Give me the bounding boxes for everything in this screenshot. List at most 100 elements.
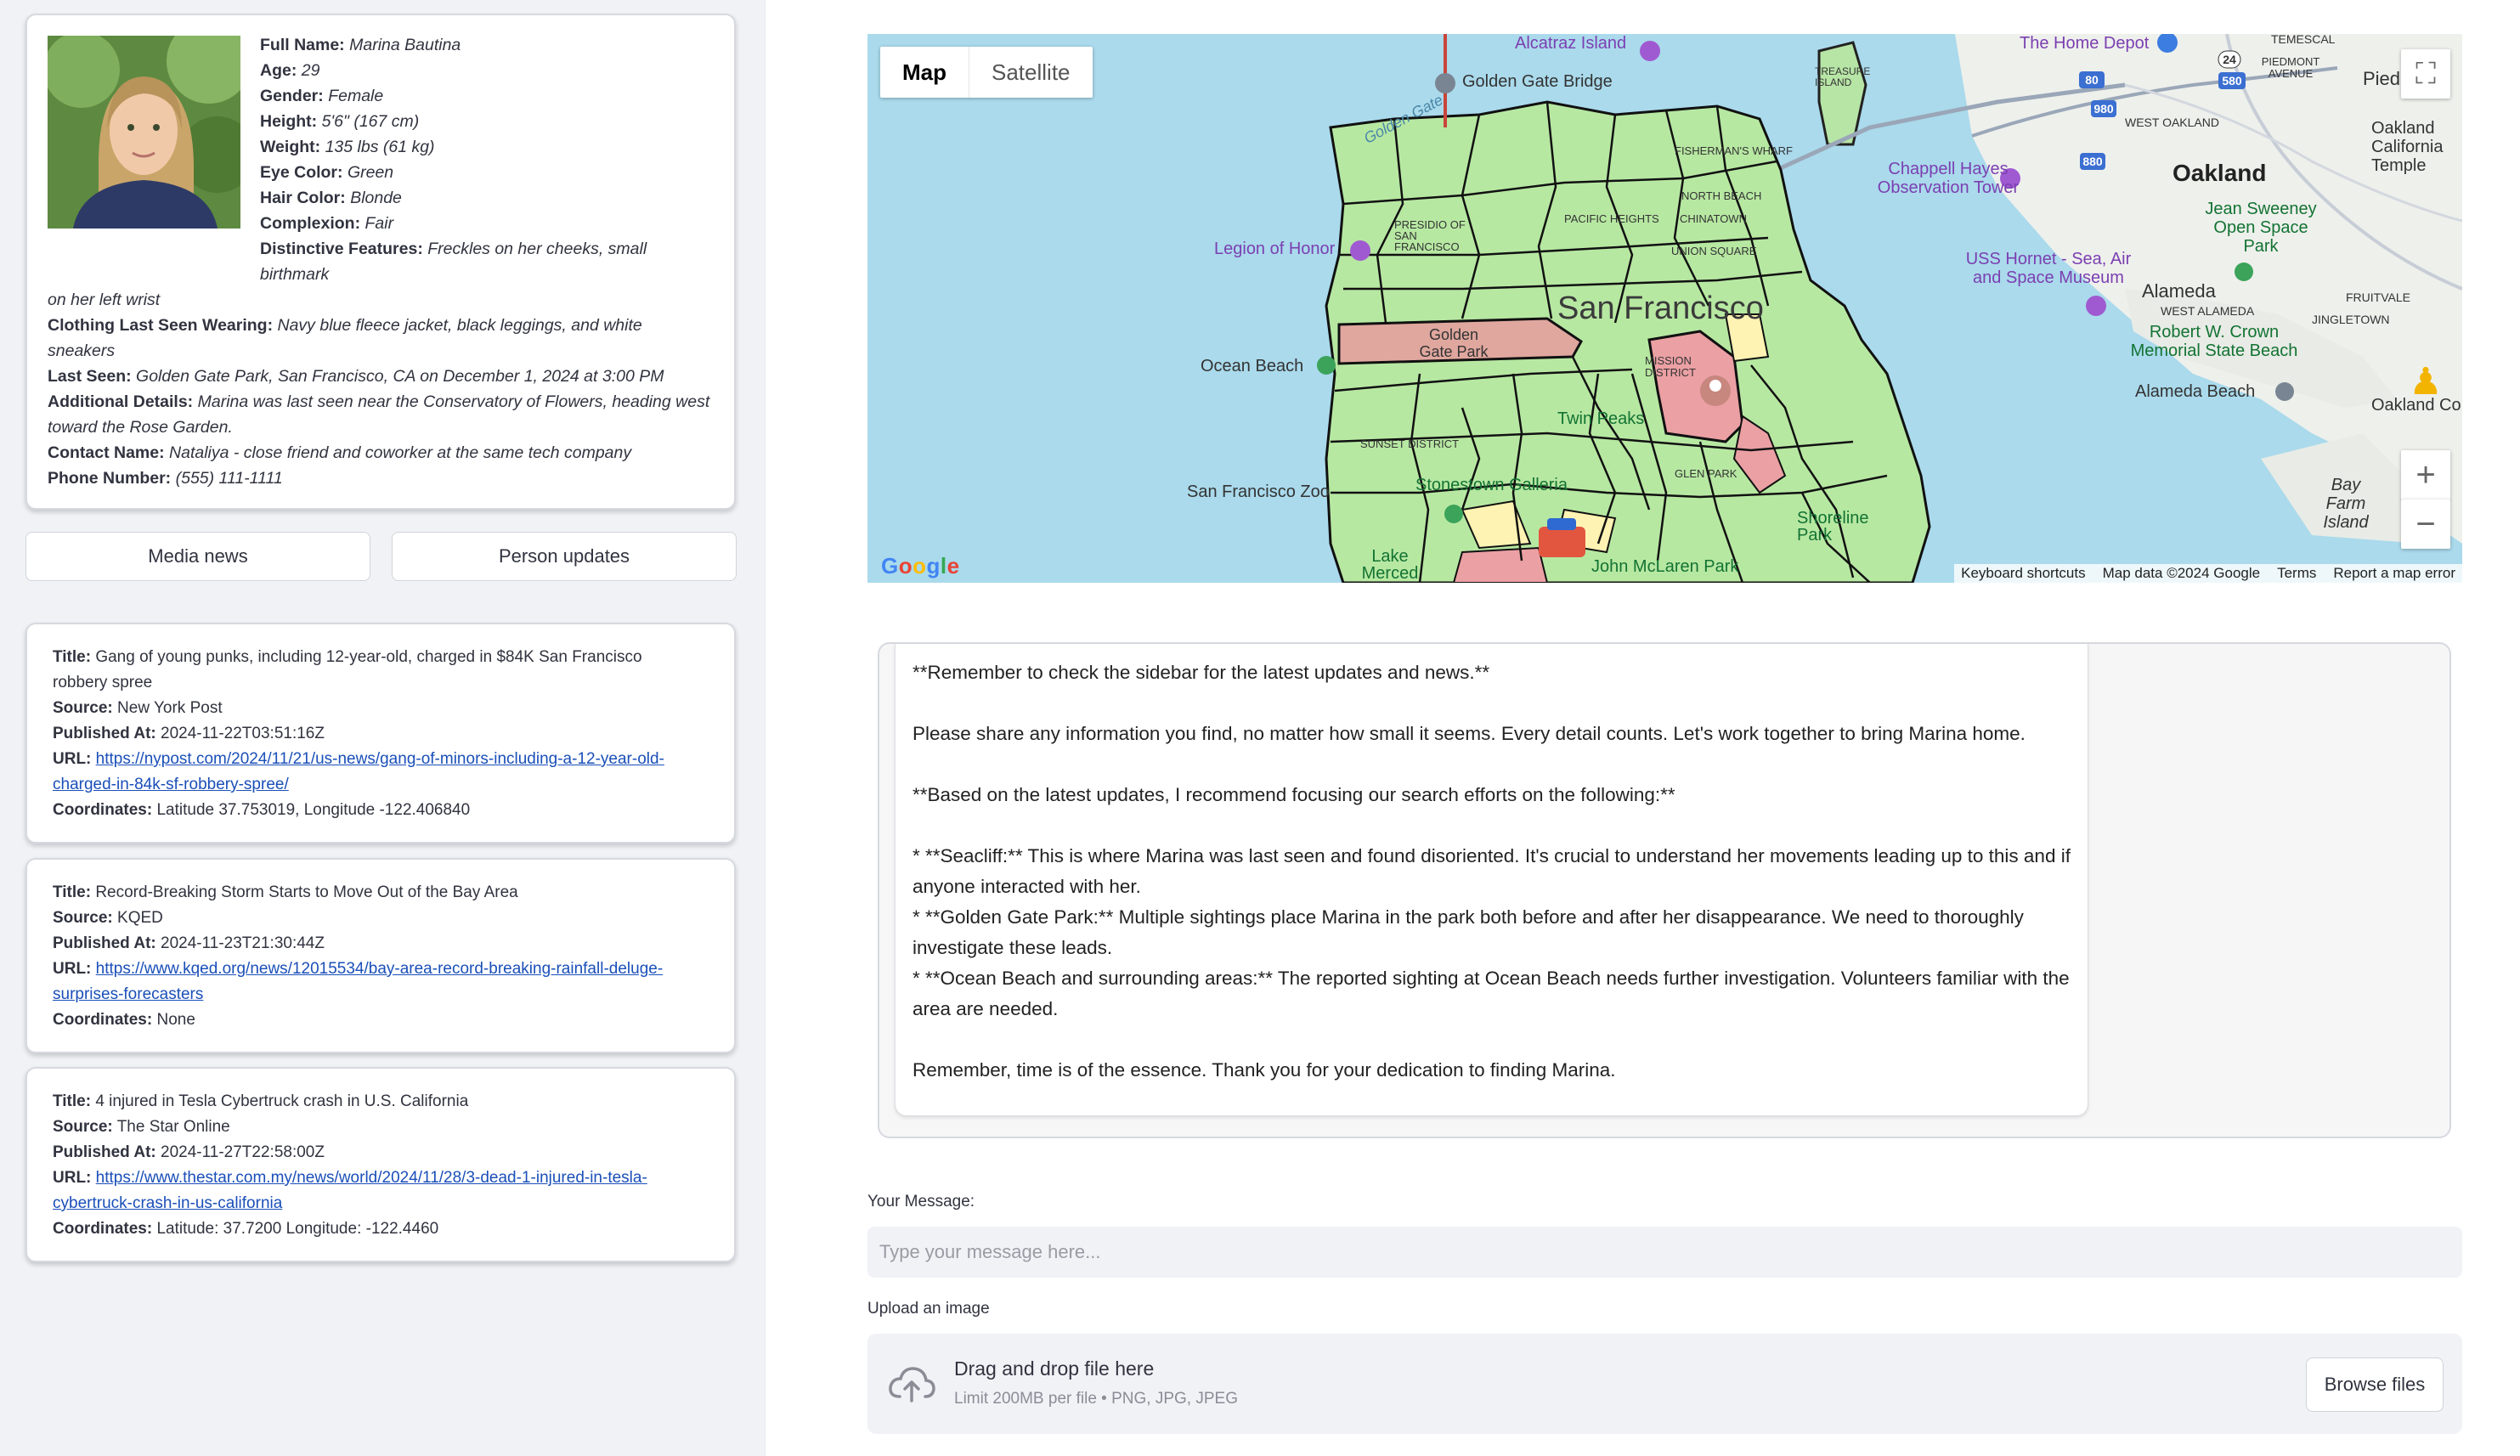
news-url-cont: cybertruck-crash-in-us-california	[53, 1191, 709, 1216]
label-sf-zoo: San Francisco Zoo	[1187, 483, 1330, 501]
profile-last-seen: Last Seen: Golden Gate Park, San Francis…	[48, 367, 664, 386]
zoom-out-button[interactable]: −	[2401, 499, 2450, 549]
map-type-toggle: Map Satellite	[880, 47, 1093, 98]
terms-link[interactable]: Terms	[2277, 565, 2316, 582]
news-link-cont[interactable]: surprises-forecasters	[53, 985, 203, 1003]
missing-person-marker-icon[interactable]	[1700, 375, 1731, 406]
browse-files-button[interactable]: Browse files	[2306, 1357, 2444, 1412]
label-twin-peaks: Twin Peaks	[1557, 409, 1645, 428]
message-input[interactable]	[867, 1227, 2462, 1278]
svg-text:880: 880	[2082, 155, 2103, 168]
map-footer: Keyboard shortcuts Map data ©2024 Google…	[1954, 564, 2462, 583]
svg-text:980: 980	[2093, 102, 2114, 116]
zoom-in-button[interactable]: +	[2401, 450, 2450, 500]
chat-paragraph: **Based on the latest updates, I recomme…	[913, 784, 1675, 805]
news-link[interactable]: https://www.kqed.org/news/12015534/bay-a…	[96, 960, 663, 978]
dropzone-instructions: Drag and drop file here	[954, 1357, 1155, 1380]
dropzone-limit: Limit 200MB per file • PNG, JPG, JPEG	[954, 1390, 1238, 1408]
label-golden-gate-park: Golden Gate Park	[1419, 326, 1489, 360]
svg-text:580: 580	[2222, 74, 2242, 87]
label-bay-farm: Bay Farm Island	[2323, 476, 2369, 532]
label-golden-gate-bridge: Golden Gate Bridge	[1462, 72, 1613, 91]
label-lake-merced: Lake Merced Park	[1361, 547, 1419, 583]
label-jean-sweeney: Jean Sweeney Open Space Park	[2205, 200, 2317, 256]
person-updates-button[interactable]: Person updates	[392, 532, 737, 581]
label-oakland-temple: Oakland California Temple	[2371, 119, 2444, 175]
message-label: Your Message:	[867, 1193, 975, 1211]
upload-label: Upload an image	[867, 1300, 990, 1318]
label-home-depot: The Home Depot	[2020, 34, 2150, 53]
label-jingletown: JINGLETOWN	[2312, 313, 2390, 326]
map-pin-legion-icon[interactable]	[1350, 240, 1370, 261]
label-chinatown: CHINATOWN	[1680, 212, 1747, 225]
map-type-satellite-button[interactable]: Satellite	[969, 47, 1093, 98]
news-link-cont[interactable]: charged-in-84k-sf-robbery-spree/	[53, 776, 289, 793]
chat-bullet: * **Golden Gate Park:** Multiple sightin…	[913, 906, 2024, 958]
map-pin-stonestown-icon[interactable]	[1444, 505, 1463, 523]
profile-details: Additional Details: Marina was last seen…	[48, 392, 710, 411]
cloud-upload-icon	[889, 1367, 935, 1402]
profile-clothing: Clothing Last Seen Wearing: Navy blue fl…	[48, 316, 642, 360]
label-shoreline-park: Shoreline Park	[1797, 509, 1869, 545]
label-treasure-island: TREASURE ISLAND	[1815, 65, 1871, 88]
media-news-button[interactable]: Media news	[25, 532, 370, 581]
news-source: Source: KQED	[53, 909, 163, 927]
map-type-map-button[interactable]: Map	[880, 47, 969, 98]
news-title: Title: Record-Breaking Storm Starts to M…	[53, 883, 518, 901]
chat-container: **Remember to check the sidebar for the …	[878, 642, 2451, 1138]
map-view[interactable]: 80 24 580 980 880 Alcatraz Island Golden…	[867, 34, 2462, 583]
news-source: Source: New York Post	[53, 699, 223, 717]
news-card: Title: Gang of young punks, including 12…	[25, 623, 736, 844]
news-published: Published At: 2024-11-27T22:58:00Z	[53, 1143, 325, 1161]
map-pin-ocean-beach-icon[interactable]	[1317, 356, 1336, 375]
news-published: Published At: 2024-11-22T03:51:16Z	[53, 725, 325, 742]
label-pacific-heights: PACIFIC HEIGHTS	[1564, 212, 1659, 225]
news-url: URL: https://nypost.com/2024/11/21/us-ne…	[53, 750, 664, 768]
profile-details-cont: toward the Rose Garden.	[48, 418, 233, 437]
file-dropzone[interactable]: Drag and drop file here Limit 200MB per …	[867, 1334, 2462, 1434]
google-logo: Google	[881, 553, 960, 578]
profile-phone: Phone Number: (555) 111-1111	[48, 469, 283, 488]
news-title-cont: robbery spree	[53, 674, 153, 691]
news-link-cont[interactable]: cybertruck-crash-in-us-california	[53, 1194, 282, 1212]
news-url-cont: surprises-forecasters	[53, 982, 709, 1007]
label-ocean-beach: Ocean Beach	[1201, 357, 1304, 375]
news-url: URL: https://www.thestar.com.my/news/wor…	[53, 1169, 647, 1187]
news-title: Title: Gang of young punks, including 12…	[53, 648, 642, 666]
label-west-oakland: WEST OAKLAND	[2125, 116, 2219, 129]
chat-bullet: * **Seacliff:** This is where Marina was…	[913, 845, 2071, 897]
label-union-square: UNION SQUARE	[1671, 245, 1757, 257]
label-mission-district: MISSION DISTRICT	[1645, 354, 1696, 379]
profile-photo	[48, 36, 240, 229]
chat-paragraph: Remember, time is of the essence. Thank …	[913, 1059, 1616, 1081]
label-alameda: Alameda	[2142, 280, 2216, 302]
chat-paragraph: **Remember to check the sidebar for the …	[913, 662, 1490, 683]
news-coordinates: Coordinates: Latitude: 37.7200 Longitude…	[53, 1220, 439, 1238]
profile-features: Distinctive Features: Freckles on her ch…	[260, 240, 647, 284]
label-legion-of-honor: Legion of Honor	[1214, 240, 1336, 258]
news-title: Title: 4 injured in Tesla Cybertruck cra…	[53, 1092, 469, 1110]
map-pin-jean-icon[interactable]	[2235, 262, 2253, 281]
label-chappell-hayes: Chappell Hayes Observation Tower	[1877, 160, 2020, 197]
news-coordinates: Coordinates: None	[53, 1011, 195, 1029]
keyboard-shortcuts-link[interactable]: Keyboard shortcuts	[1961, 565, 2085, 582]
news-card: Title: Record-Breaking Storm Starts to M…	[25, 858, 736, 1053]
sidebar: Full Name: Marina Bautina Age: 29 Gender…	[0, 0, 766, 1456]
svg-text:24: 24	[2223, 53, 2236, 66]
street-view-pegman-icon[interactable]: ♟	[2401, 357, 2450, 406]
map-pin-hornet-icon[interactable]	[2086, 296, 2106, 316]
report-map-error-link[interactable]: Report a map error	[2333, 565, 2455, 582]
label-alameda-beach: Alameda Beach	[2135, 382, 2256, 401]
map-pin-alameda-beach-icon[interactable]	[2275, 382, 2294, 401]
svg-text:80: 80	[2085, 73, 2099, 87]
map-pin-ggbridge-icon[interactable]	[1435, 73, 1455, 93]
news-link[interactable]: https://www.thestar.com.my/news/world/20…	[96, 1169, 647, 1187]
label-uss-hornet: USS Hornet - Sea, Air and Space Museum	[1965, 250, 2132, 287]
label-fishermans-wharf: FISHERMAN'S WHARF	[1675, 144, 1793, 157]
news-coordinates: Coordinates: Latitude 37.753019, Longitu…	[53, 801, 471, 819]
map-pin-alcatraz-icon[interactable]	[1640, 41, 1660, 61]
label-piedmont-ave: PIEDMONT AVENUE	[2261, 55, 2320, 80]
fullscreen-icon[interactable]: ⛶	[2401, 49, 2450, 99]
chat-paragraph: Please share any information you find, n…	[913, 723, 2026, 744]
news-link[interactable]: https://nypost.com/2024/11/21/us-news/ga…	[96, 750, 664, 768]
